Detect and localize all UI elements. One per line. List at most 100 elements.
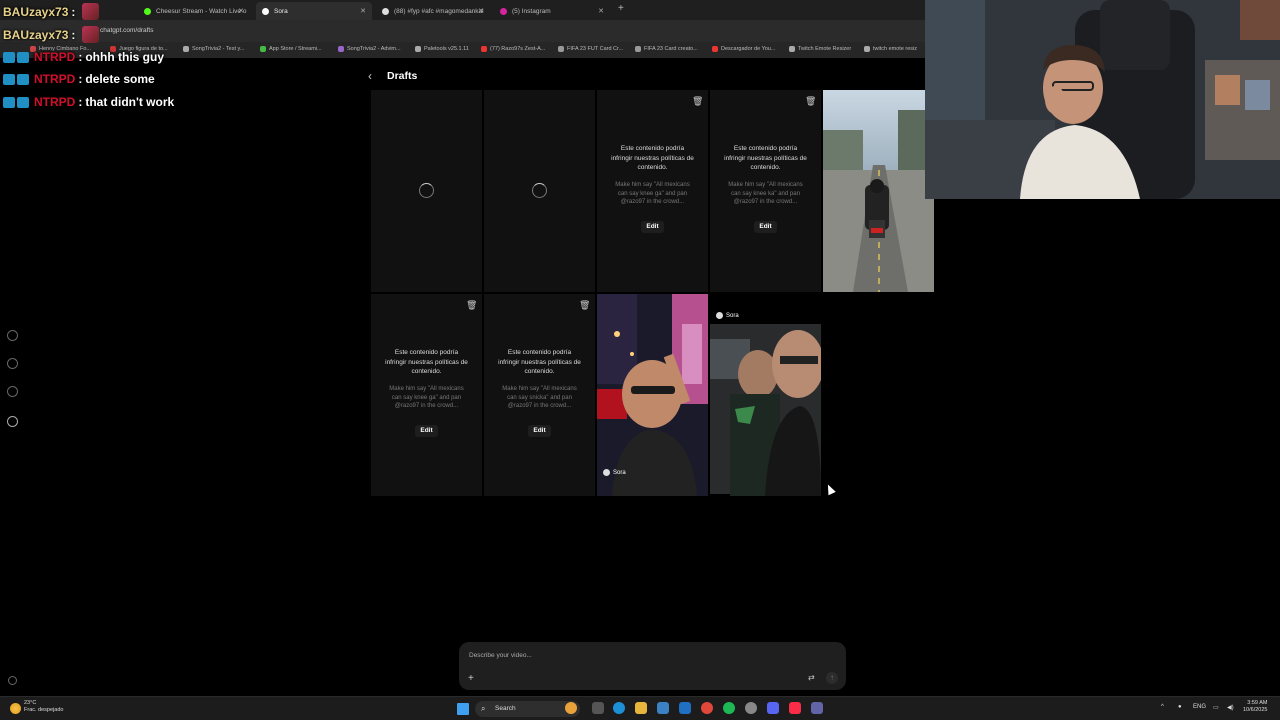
bookmark-item[interactable]: SongTrivia2 - Advim... (338, 46, 401, 52)
edit-button[interactable]: Edit (528, 425, 551, 437)
search-icon[interactable] (7, 358, 18, 369)
tab-label: Sora (274, 7, 288, 15)
clock-date: 10/6/2025 (1243, 707, 1268, 713)
close-icon[interactable]: ✕ (360, 7, 366, 15)
weather-widget[interactable]: 23°C Frac. despejado (24, 700, 63, 714)
page-title: Drafts (387, 70, 418, 82)
profile-icon[interactable] (7, 416, 18, 427)
volume-icon[interactable]: ◀) (1227, 704, 1234, 711)
tiktok-icon (382, 7, 389, 15)
display-icon[interactable]: ▭ (1213, 704, 1219, 711)
prompt-text: Make him say "All mexicans can say knee … (728, 182, 803, 205)
back-button[interactable]: ‹ (368, 69, 372, 83)
chat-message: BAUzayx73 : (3, 26, 100, 43)
tab-cheesur-stream[interactable]: Cheesur Stream - Watch Live o ✕ (138, 2, 250, 20)
trash-icon[interactable]: 🗑 (692, 97, 703, 106)
chat-text: that didn't work (85, 95, 175, 109)
trash-icon[interactable]: 🗑 (579, 301, 590, 310)
discord-icon[interactable] (767, 702, 779, 714)
edit-button[interactable]: Edit (754, 221, 777, 233)
windows-start-icon[interactable] (457, 703, 469, 715)
system-clock[interactable]: 3:59 AM 10/6/2025 (1243, 700, 1267, 714)
draft-card-loading[interactable] (484, 90, 595, 292)
video-thumbnail (710, 294, 821, 496)
store-icon[interactable] (657, 702, 669, 714)
send-button[interactable]: ↑ (826, 672, 838, 684)
loading-spinner-icon (419, 183, 434, 198)
notifications-icon[interactable] (7, 386, 18, 397)
tab-tiktok[interactable]: (88) #fyp #afc #magomedankal ✕ (376, 2, 490, 20)
bookmark-item[interactable]: FIFA 23 FUT Card Cr... (558, 46, 623, 52)
explore-icon[interactable] (7, 330, 18, 341)
video-thumbnail (597, 294, 708, 496)
settings-icon[interactable] (8, 676, 17, 685)
violation-message: Este contenido podría infringir nuestras… (385, 349, 468, 375)
mouse-cursor (824, 482, 836, 496)
music-icon[interactable] (789, 702, 801, 714)
tab-label: Cheesur Stream - Watch Live o (156, 7, 247, 15)
weather-icon (10, 703, 21, 714)
language-indicator[interactable]: ENG (1193, 704, 1206, 710)
describe-video-input[interactable]: Describe your video... (469, 652, 532, 659)
weather-desc: Frac. despejado (24, 707, 64, 713)
chat-username: BAUzayx73 (3, 4, 69, 19)
teams-icon[interactable] (811, 702, 823, 714)
chat-message: BAUzayx73 : (3, 3, 100, 20)
spotify-icon[interactable] (723, 702, 735, 714)
draft-card-video[interactable] (823, 90, 934, 292)
tab-sora[interactable]: Sora ✕ (256, 2, 372, 20)
emote-icon (82, 3, 100, 20)
edit-button[interactable]: Edit (641, 221, 664, 233)
bookmark-item[interactable]: FIFA 23 Card creato... (635, 46, 698, 52)
bookmark-item[interactable]: Paletools v25.1.11 (415, 46, 469, 52)
close-icon[interactable]: ✕ (478, 7, 484, 15)
task-view-icon[interactable] (592, 702, 604, 714)
chat-text: delete some (85, 72, 155, 86)
close-icon[interactable]: ✕ (238, 7, 244, 15)
loading-spinner-icon (532, 183, 547, 198)
bookmark-item[interactable]: (77) Razo97s Zest-A... (481, 46, 545, 52)
draft-card-violation[interactable]: 🗑 Este contenido podría infringir nuestr… (710, 90, 821, 292)
tab-label: (88) #fyp #afc #magomedankal (394, 7, 484, 15)
bookmark-item[interactable]: SongTrivia2 - Test y... (183, 46, 244, 52)
chrome-icon[interactable] (701, 702, 713, 714)
bookmark-item[interactable]: Twitch Emote Resizer (789, 46, 851, 52)
tab-instagram[interactable]: (5) Instagram ✕ (494, 2, 610, 20)
url-field[interactable]: chatgpt.com/drafts (100, 27, 153, 34)
sora-watermark: Sora (716, 312, 739, 319)
trash-icon[interactable]: 🗑 (466, 301, 477, 310)
edit-button[interactable]: Edit (415, 425, 438, 437)
edge-icon[interactable] (613, 702, 625, 714)
obs-icon[interactable] (745, 702, 757, 714)
draft-card-loading[interactable] (371, 90, 482, 292)
tab-label: (5) Instagram (512, 7, 551, 15)
bookmark-item[interactable]: Descargador de You... (712, 46, 775, 52)
chat-username: BAUzayx73 (3, 27, 69, 42)
mod-badge-icon (17, 73, 29, 85)
new-tab-button[interactable]: + (618, 3, 624, 14)
emote-icon (82, 26, 100, 43)
sora-icon (716, 312, 723, 319)
file-explorer-icon[interactable] (635, 702, 647, 714)
mail-icon[interactable] (679, 702, 691, 714)
settings-toggle-icon[interactable]: ⇄ (808, 673, 815, 682)
draft-card-video[interactable]: Sora (597, 294, 708, 496)
trash-icon[interactable]: 🗑 (805, 97, 816, 106)
copilot-icon[interactable] (565, 702, 577, 714)
mic-icon[interactable]: ● (1178, 704, 1182, 710)
draft-card-violation[interactable]: 🗑 Este contenido podría infringir nuestr… (484, 294, 595, 496)
sora-watermark: Sora (603, 469, 626, 476)
add-media-button[interactable]: + (468, 673, 474, 684)
chat-username: NTRPD (34, 95, 76, 109)
tray-chevron-icon[interactable]: ^ (1161, 704, 1164, 710)
instagram-icon (500, 7, 507, 15)
chat-username: NTRPD (34, 50, 76, 64)
mod-badge-icon (17, 51, 29, 63)
chat-separator: : (78, 50, 83, 64)
draft-card-violation[interactable]: 🗑 Este contenido podría infringir nuestr… (597, 90, 708, 292)
bookmark-item[interactable]: App Store / Streami... (260, 46, 322, 52)
close-icon[interactable]: ✕ (598, 7, 604, 15)
bookmark-item[interactable]: twitch emote resiz (864, 46, 917, 52)
draft-card-video[interactable]: Sora (710, 294, 821, 496)
draft-card-violation[interactable]: 🗑 Este contenido podría infringir nuestr… (371, 294, 482, 496)
